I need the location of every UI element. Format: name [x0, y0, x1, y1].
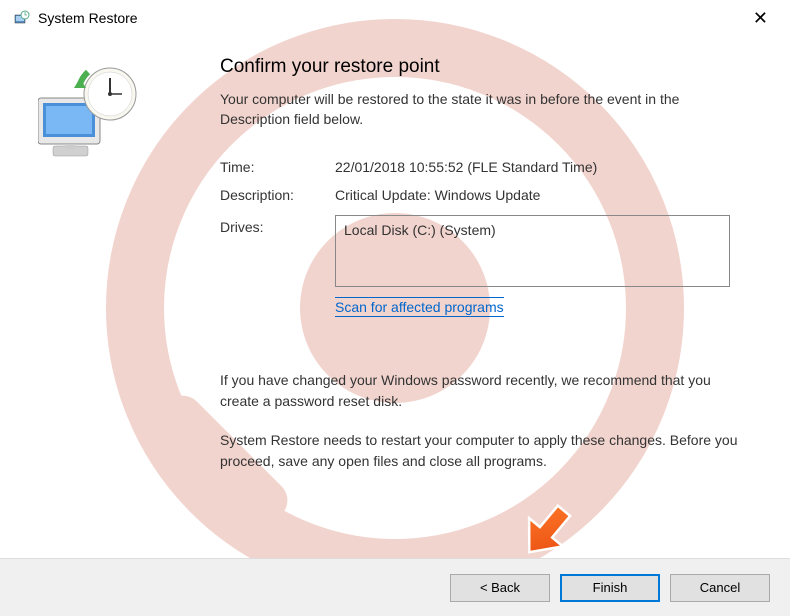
time-label: Time: [220, 159, 335, 175]
content-area: Confirm your restore point Your computer… [0, 36, 790, 490]
back-button[interactable]: < Back [450, 574, 550, 602]
drives-list: Local Disk (C:) (System) [335, 215, 730, 287]
page-title: Confirm your restore point [220, 56, 750, 78]
app-icon [14, 10, 30, 26]
window-title: System Restore [38, 10, 741, 26]
description-value: Critical Update: Windows Update [335, 187, 540, 203]
restore-illustration-icon [38, 66, 143, 161]
right-panel: Confirm your restore point Your computer… [220, 56, 760, 490]
window-titlebar: System Restore ✕ [0, 0, 790, 36]
description-label: Description: [220, 187, 335, 203]
cancel-button[interactable]: Cancel [670, 574, 770, 602]
close-icon[interactable]: ✕ [741, 8, 780, 29]
description-row: Description: Critical Update: Windows Up… [220, 187, 750, 203]
restart-info-text: System Restore needs to restart your com… [220, 430, 750, 472]
drives-label: Drives: [220, 215, 335, 235]
password-info-text: If you have changed your Windows passwor… [220, 370, 750, 412]
page-subtitle: Your computer will be restored to the st… [220, 90, 750, 129]
footer-buttons: < Back Finish Cancel [0, 558, 790, 616]
time-value: 22/01/2018 10:55:52 (FLE Standard Time) [335, 159, 597, 175]
scan-affected-programs-link[interactable]: Scan for affected programs [335, 297, 504, 317]
drive-item: Local Disk (C:) (System) [344, 222, 496, 238]
time-row: Time: 22/01/2018 10:55:52 (FLE Standard … [220, 159, 750, 175]
scan-link-row: Scan for affected programs [335, 299, 750, 315]
finish-button[interactable]: Finish [560, 574, 660, 602]
left-panel [20, 56, 220, 490]
drives-row: Drives: Local Disk (C:) (System) [220, 215, 750, 287]
